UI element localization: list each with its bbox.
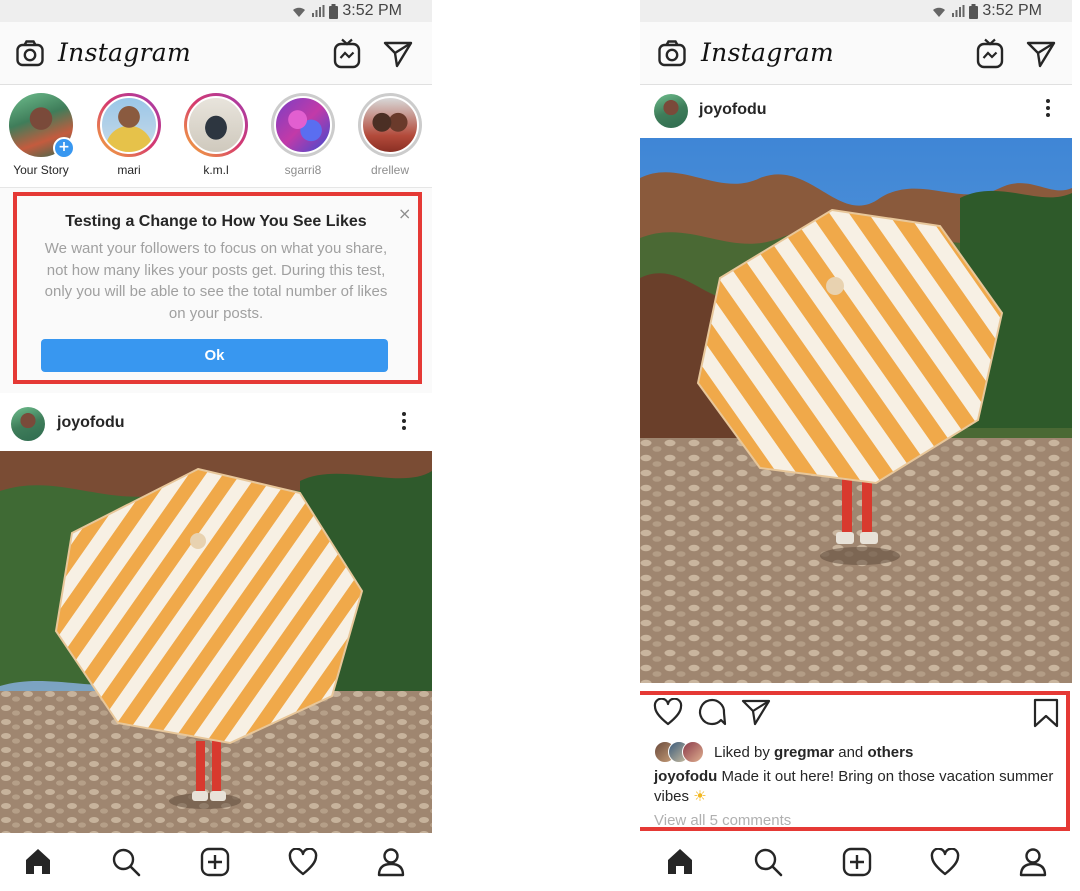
signal-icon [312,5,325,17]
story-avatar-drellew [358,93,422,157]
more-options-icon[interactable] [1042,96,1054,126]
status-bar: 3:52 PM [0,0,432,22]
more-options-icon[interactable] [398,409,410,439]
liked-by-mid: and [834,743,868,761]
story-label: drellew [370,163,409,177]
story-avatar-kml [184,93,248,157]
liked-by-avatars [654,741,706,763]
story-kml[interactable]: k.m.l [179,93,253,177]
heart-icon[interactable] [930,848,960,876]
status-time: 3:52 PM [342,2,402,19]
direct-send-icon[interactable] [383,40,413,68]
right-phone-screen: 3:52 PM Instagram joyofodu Liked by greg… [640,0,1072,891]
avatar[interactable] [11,407,45,441]
signal-icon [952,5,965,17]
left-phone-screen: 3:52 PM Instagram + Your Story mari k.m.… [0,0,432,891]
add-post-icon[interactable] [200,847,230,877]
status-time: 3:52 PM [982,2,1042,19]
story-mari[interactable]: mari [92,93,166,177]
bottom-navigation [0,833,432,891]
wifi-icon [933,7,946,18]
post-username[interactable]: joyofodu [699,101,767,119]
post-username[interactable]: joyofodu [57,414,125,432]
share-icon[interactable] [741,698,771,726]
story-label: sgarri8 [284,163,322,177]
battery-icon [329,3,339,19]
add-post-icon[interactable] [842,847,872,877]
story-avatar-sgarri8 [271,93,335,157]
app-header: Instagram [0,22,432,85]
post-photo[interactable] [640,138,1072,683]
liked-by-prefix: Liked by [714,743,775,761]
instagram-logo: Instagram [58,38,192,67]
liked-by-others[interactable]: others [867,744,913,761]
like-heart-icon[interactable] [653,698,683,726]
home-icon[interactable] [666,847,694,875]
search-icon[interactable] [753,847,783,877]
post-actions-panel: Liked by gregmar and others joyofodu Mad… [640,683,1072,833]
stories-tray: + Your Story mari k.m.l sgarri8 drellew [0,85,432,188]
story-drellew[interactable]: drellew [353,93,427,177]
story-sgarri8[interactable]: sgarri8 [266,93,340,177]
sun-emoji: ☀ [693,788,707,805]
story-label: mari [117,163,141,177]
camera-icon[interactable] [657,39,687,69]
umbrella-photo [640,138,1072,683]
story-label: k.m.l [203,163,229,177]
wifi-icon [293,7,306,18]
liked-by-line: Liked by gregmar and others [654,741,1064,763]
post-caption: joyofodu Made it out here! Bring on thos… [654,767,1054,807]
story-avatar-your-story: + [9,93,75,159]
add-story-badge[interactable]: + [53,137,75,159]
post-header: joyofodu [640,85,1072,137]
avatar[interactable] [654,94,688,128]
profile-icon[interactable] [377,847,405,877]
view-comments-link[interactable]: View all 5 comments [654,812,791,829]
app-header: Instagram [640,22,1072,85]
caption-username[interactable]: joyofodu [654,768,717,785]
direct-send-icon[interactable] [1026,40,1056,68]
post-photo[interactable] [0,451,432,833]
notice-body: We want your followers to focus on what … [44,240,388,322]
post-header: joyofodu [0,398,432,450]
story-your-story[interactable]: + Your Story [4,93,78,177]
heart-icon[interactable] [288,848,318,876]
battery-icon [969,3,979,19]
home-icon[interactable] [24,847,52,875]
bottom-navigation [640,833,1072,891]
notice-title: Testing a Change to How You See Likes [65,213,367,230]
umbrella-photo [0,451,432,833]
instagram-logo: Instagram [701,38,835,67]
close-icon[interactable]: × [398,204,411,223]
search-icon[interactable] [111,847,141,877]
igtv-icon[interactable] [333,38,361,70]
camera-icon[interactable] [15,39,45,69]
comment-icon[interactable] [697,697,727,727]
status-bar: 3:52 PM [640,0,1072,22]
bookmark-icon[interactable] [1033,698,1059,728]
story-label: Your Story [13,163,69,177]
liked-by-user[interactable]: gregmar [774,744,834,761]
igtv-icon[interactable] [976,38,1004,70]
avatar [682,741,704,763]
ok-button[interactable]: Ok [41,339,388,372]
profile-icon[interactable] [1019,847,1047,877]
story-avatar-mari [97,93,161,157]
